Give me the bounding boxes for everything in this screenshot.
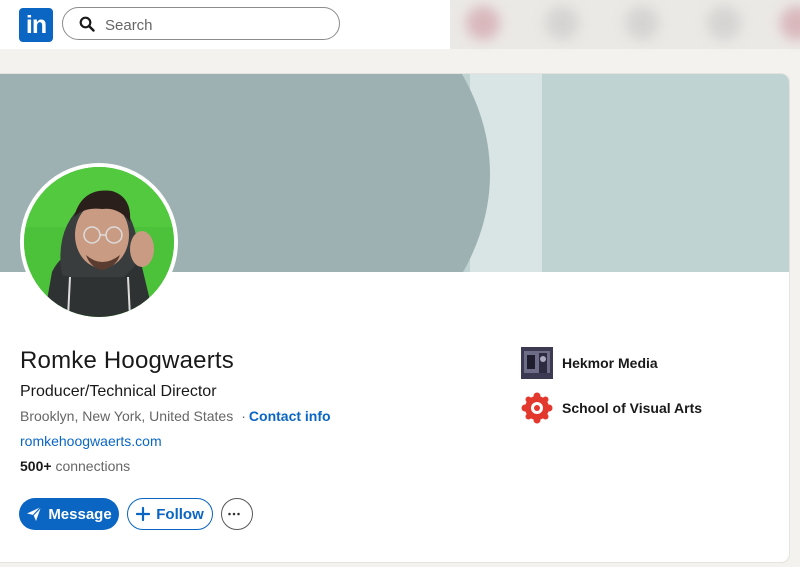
experience-company-name: Hekmor Media <box>562 355 658 371</box>
avatar-photo <box>24 167 174 317</box>
contact-info-link[interactable]: Contact info <box>249 408 331 424</box>
connections-number: 500+ <box>20 458 52 474</box>
education-school-name: School of Visual Arts <box>562 400 703 416</box>
search-input[interactable] <box>103 14 327 36</box>
plus-icon <box>136 507 151 521</box>
message-button[interactable]: Message <box>19 498 119 530</box>
profile-location-line: Brooklyn, New York, United States · Contac… <box>20 408 331 424</box>
more-actions-button[interactable] <box>221 498 253 530</box>
search-box[interactable] <box>62 7 340 40</box>
profile-card: Romke Hoogwaerts Producer/Technical Dire… <box>0 74 789 562</box>
profile-name: Romke Hoogwaerts <box>20 347 234 374</box>
website-link[interactable]: romkehoogwaerts.com <box>20 433 162 449</box>
send-icon <box>27 506 42 521</box>
company-logo-icon <box>521 347 553 379</box>
follow-label: Follow <box>156 505 204 523</box>
avatar[interactable] <box>20 163 178 321</box>
linkedin-logo-icon[interactable]: in <box>19 8 53 42</box>
message-label: Message <box>48 505 112 523</box>
experience-item-hekmor-media[interactable]: Hekmor Media <box>521 347 658 379</box>
top-navigation-bar: in <box>0 0 800 49</box>
more-dots-icon <box>228 512 240 516</box>
blurred-nav-items <box>450 0 800 49</box>
school-logo-icon <box>521 392 553 424</box>
profile-headline: Producer/Technical Director <box>20 383 217 400</box>
separator: · <box>241 408 246 424</box>
search-icon <box>79 16 95 32</box>
profile-location: Brooklyn, New York, United States <box>20 408 234 424</box>
follow-button[interactable]: Follow <box>127 498 213 530</box>
education-item-school-of-visual-arts[interactable]: School of Visual Arts <box>521 392 702 424</box>
connections-label: connections <box>55 458 131 474</box>
connections-count[interactable]: 500+ connections <box>20 458 130 474</box>
